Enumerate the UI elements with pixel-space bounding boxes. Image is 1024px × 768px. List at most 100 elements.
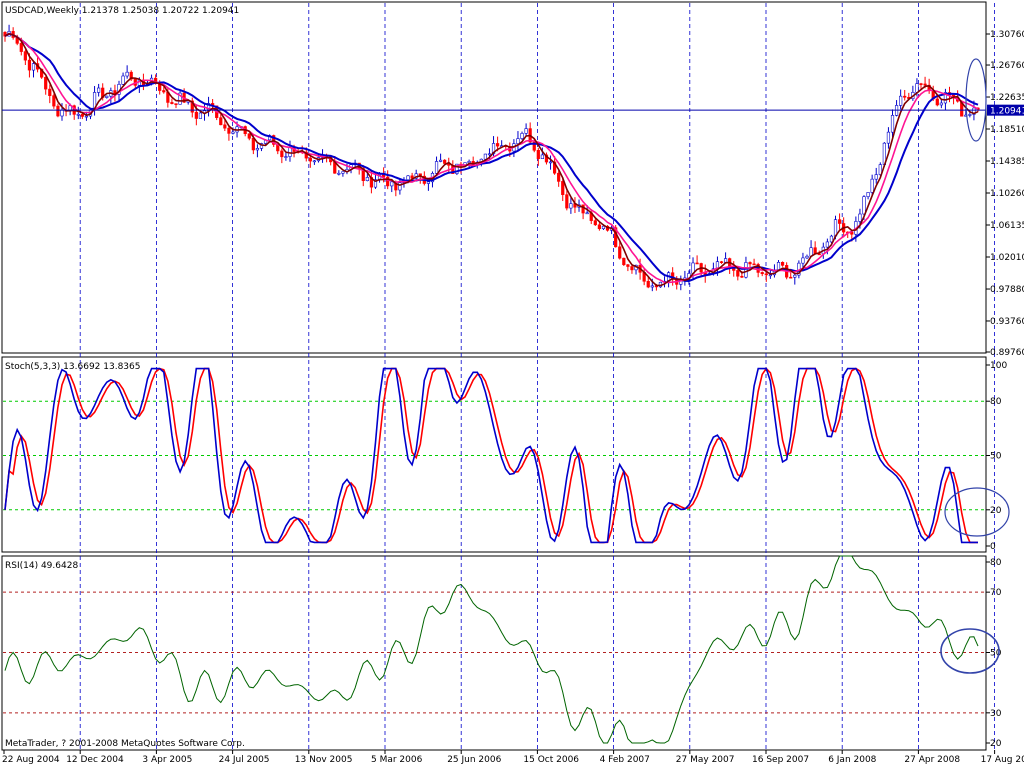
candle-body (227, 127, 231, 134)
candle-body (255, 148, 260, 151)
stoch-panel-header: Stoch(5,3,3) 13.6692 13.8365 (5, 362, 140, 372)
candle-body (31, 63, 36, 71)
candle-body (593, 220, 597, 226)
rsi-y-label: 70 (990, 588, 1002, 598)
candle-body (752, 263, 756, 266)
candle-body (390, 181, 394, 187)
copyright-text: MetaTrader, ? 2001-2008 MetaQuotes Softw… (5, 739, 245, 749)
candle-body (487, 153, 492, 156)
candle-body (439, 159, 443, 162)
candle-body (386, 176, 390, 187)
candle-body (524, 128, 528, 134)
candle-body (231, 131, 235, 134)
candle-body (170, 102, 174, 104)
candle-body (194, 111, 198, 119)
rsi-y-label: 20 (990, 739, 1002, 749)
candle-body (80, 113, 84, 117)
candle-body (650, 285, 654, 288)
candle-body (565, 194, 569, 209)
price-y-label: 1.14385 (990, 157, 1024, 167)
candle-body (520, 133, 524, 139)
rsi-y-label: 30 (990, 709, 1002, 719)
x-axis-label: 3 Apr 2005 (142, 755, 192, 765)
candle-body (536, 149, 540, 159)
candle-body (793, 274, 797, 278)
candle-body (874, 174, 878, 180)
candle-body (308, 157, 312, 162)
candle-body (280, 150, 284, 158)
x-axis-label: 16 Sep 2007 (752, 755, 809, 765)
chart-canvas: 1.30760 1.26760 1.22635 1.18510 1.14385 1.102… (0, 0, 1024, 768)
x-axis-label: 24 Jul 2005 (219, 755, 270, 765)
candle-body (837, 219, 842, 224)
candle-body (84, 115, 89, 118)
price-y-label: 1.22635 (990, 93, 1024, 103)
stoch-y-label: 0 (990, 542, 996, 552)
candle-body (903, 95, 907, 98)
candle-body (760, 272, 764, 275)
candle-body (899, 95, 903, 106)
candle-body (406, 175, 410, 181)
rsi-y-label: 80 (990, 558, 1002, 568)
candle-body (60, 109, 64, 117)
candle-body (337, 172, 341, 175)
candle-body (548, 161, 553, 164)
candle-body (630, 266, 634, 271)
candle-body (219, 117, 223, 126)
rsi-panel-header: RSI(14) 49.6428 (5, 561, 78, 571)
candle-body (740, 275, 744, 278)
candle-body (626, 264, 630, 267)
candle-body (284, 156, 288, 158)
candle-body (890, 115, 895, 133)
candle-body (825, 241, 829, 248)
x-axis-label: 13 Nov 2005 (295, 755, 353, 765)
candle-body (125, 71, 129, 77)
candle-body (434, 161, 439, 174)
candle-body (646, 280, 650, 288)
candle-body (968, 114, 972, 116)
candle-body (569, 203, 573, 209)
candle-body (939, 102, 943, 106)
price-y-label: 0.89760 (990, 348, 1024, 358)
price-y-label: 0.97880 (990, 285, 1024, 295)
candle-body (251, 137, 255, 151)
candle-body (695, 262, 699, 265)
candle-body (585, 212, 589, 215)
candle-body (443, 159, 447, 164)
candle-body (817, 253, 821, 256)
x-axis-label: 25 Jun 2006 (447, 755, 501, 765)
candle-body (56, 105, 60, 117)
candle-body (97, 87, 101, 93)
price-y-label: 0.93760 (990, 317, 1024, 327)
candle-body (76, 113, 80, 116)
candle-body (23, 51, 27, 61)
candle-body (622, 257, 626, 266)
candle-body (19, 43, 23, 52)
price-y-label: 1.30760 (990, 30, 1024, 40)
candle-body (162, 90, 166, 93)
x-axis-label: 12 Dec 2004 (66, 755, 124, 765)
candle-body (805, 255, 809, 259)
candle-body (618, 246, 622, 259)
candle-body (398, 182, 402, 191)
candle-body (540, 154, 544, 159)
candle-body (174, 103, 178, 105)
x-axis-label: 27 May 2007 (676, 755, 735, 765)
candle-body (483, 153, 487, 160)
stoch-y-label: 50 (990, 452, 1002, 462)
candle-body (858, 213, 862, 222)
x-axis-label: 27 Apr 2008 (904, 755, 960, 765)
candle-body (561, 181, 565, 196)
candle-body (935, 98, 939, 106)
price-y-label: 1.10260 (990, 189, 1024, 199)
candle-body (801, 257, 805, 264)
x-axis-label: 17 Aug 2008 (981, 755, 1024, 765)
candle-body (764, 273, 768, 276)
candle-body (52, 95, 56, 107)
candle-body (223, 124, 227, 129)
x-axis-label: 5 Mar 2006 (371, 755, 423, 765)
candle-body (426, 181, 430, 184)
rsi-y-label: 50 (990, 649, 1002, 659)
stoch-y-label: 100 (990, 361, 1007, 371)
candle-body (198, 112, 203, 119)
